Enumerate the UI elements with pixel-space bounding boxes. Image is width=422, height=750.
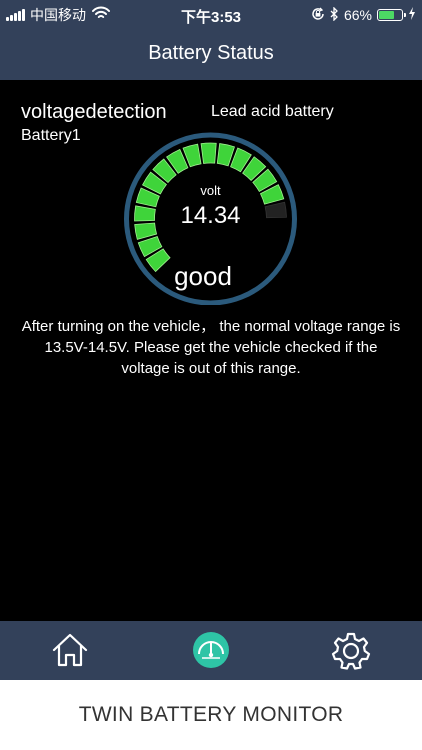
battery-percent: 66% [343,7,372,23]
battery-type: Lead acid battery [211,103,334,120]
orientation-lock-icon [311,7,325,24]
gear-icon [331,632,371,670]
app-screen: 中国移动 下午3:53 66% Battery Status voltagede… [0,0,422,750]
voltage-note: After turning on the vehicle， the normal… [21,318,401,377]
bluetooth-icon [330,5,339,24]
voltage-status: good [174,261,232,291]
home-icon [52,633,88,667]
module-title: voltagedetection [21,101,167,123]
tab-settings[interactable] [331,630,371,670]
status-bar: 中国移动 下午3:53 66% [0,0,422,30]
footer-banner: TWIN BATTERY MONITOR [0,680,422,750]
voltage-value: 14.34 [180,202,241,229]
tab-home[interactable] [50,630,90,670]
tab-bar [0,621,422,680]
header: 中国移动 下午3:53 66% Battery Status [0,0,422,80]
tab-gauge[interactable] [191,630,231,670]
battery-name: Battery1 [21,127,81,144]
gauge-segment [200,142,217,164]
battery-icon [377,9,406,21]
page-title: Battery Status [148,42,274,64]
charging-icon [408,7,416,23]
footer-title: TWIN BATTERY MONITOR [78,703,344,726]
status-right: 66% [306,5,416,24]
voltage-unit: volt [200,183,221,198]
gauge-icon [193,632,229,668]
